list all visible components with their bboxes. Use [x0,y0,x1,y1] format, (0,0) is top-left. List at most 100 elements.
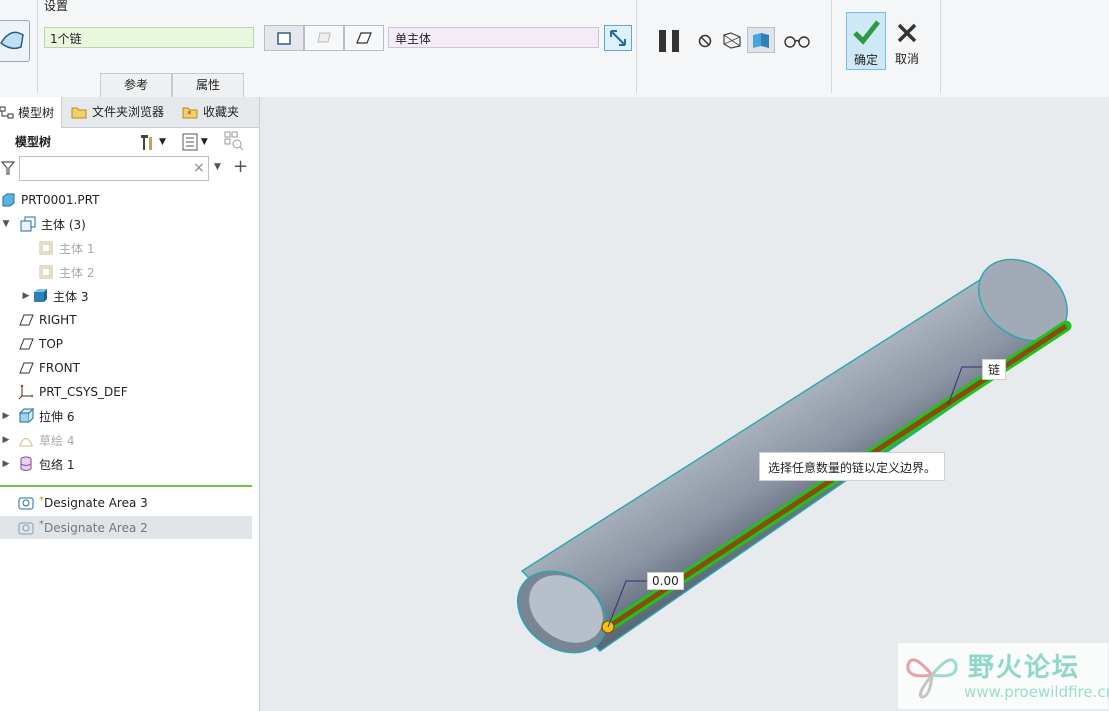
tree-search-input[interactable] [19,156,209,181]
tree-item-label: TOP [39,337,64,351]
tree-item-body-1[interactable]: 主体 1 [0,237,252,259]
sketch-icon [18,432,34,448]
verify-button[interactable] [783,32,811,53]
datum-plane-icon [18,360,34,376]
model-tree-icon [0,106,14,118]
tree-item-label: 主体 (3) [41,217,86,232]
chevron-right-icon[interactable]: ▶ [0,435,12,445]
tree-item-label: 拉伸 6 [39,409,75,424]
cylinder-model[interactable] [260,97,1109,711]
confirm-label: 确定 [853,53,878,67]
tree-item-label: RIGHT [39,313,77,327]
tab-folder-browser-label: 文件夹浏览器 [92,105,165,119]
datum-plane-icon [18,336,34,352]
tree-item-wrap[interactable]: ▶ 包络 1 [0,453,252,475]
tab-references[interactable]: 参考 [100,73,172,97]
chevron-down-icon: ▼ [200,137,208,147]
chevron-right-icon[interactable]: ▶ [0,411,12,421]
chevron-down-icon: ▼ [159,137,166,147]
feature-type-icon[interactable] [0,20,30,62]
chain-collector-field[interactable]: 1个链 [44,27,254,48]
chevron-down-icon[interactable]: ▼ [0,219,12,229]
tab-favorites-label: 收藏夹 [203,105,240,119]
tree-item-designate-area-2[interactable]: * Designate Area 2 [0,516,252,539]
tree-item-label: 主体 1 [59,241,95,256]
body-icon [38,240,54,256]
tree-item-right-plane[interactable]: RIGHT [0,309,252,331]
svg-text:*: * [187,110,192,120]
tree-item-label: 包络 1 [39,457,75,472]
show-options-button[interactable]: ▼ [182,133,208,151]
flip-direction-button[interactable] [604,25,632,51]
tree-item-sketch[interactable]: ▶ 草绘 4 [0,429,252,451]
tree-search-row: × ▼ + [0,156,259,182]
tree-filter-settings-button[interactable] [224,131,244,154]
tree-item-designate-area-3[interactable]: * Designate Area 3 [0,492,252,514]
start-value-callout[interactable]: 0.00 [647,572,684,590]
geometry-preview-button[interactable] [721,30,743,53]
no-preview-button[interactable] [697,30,713,53]
confirm-button[interactable]: 确定 [846,12,886,70]
tree-item-label: FRONT [39,361,80,375]
solid-body-toggle-button[interactable] [264,25,304,51]
tree-item-extrude[interactable]: ▶ 拉伸 6 [0,405,252,427]
body-collector-field[interactable]: 单主体 [388,27,599,48]
tree-item-label: 主体 3 [53,289,89,304]
designate-area-icon [18,520,34,536]
grid-search-icon [224,131,244,150]
tree-item-part[interactable]: PRT0001.PRT [0,189,252,211]
flip-arrow-icon [610,30,626,46]
favorites-folder-icon: * [182,107,198,120]
settings-group-title: 设置 [44,0,69,13]
wrap-icon [18,456,34,472]
chevron-right-icon[interactable]: ▶ [0,459,12,469]
tree-item-body-2[interactable]: 主体 2 [0,261,252,283]
preview-feature-icon [753,33,769,48]
navigator-tabs: 模型树 文件夹浏览器 * 收藏夹 [0,97,259,128]
tree-item-label: PRT_CSYS_DEF [39,385,128,399]
tree-item-label: Designate Area 3 [44,496,148,510]
forum-watermark: 野火论坛 www.proewildfire.cn [898,643,1109,709]
hammer-wrench-icon [141,135,152,150]
tree-item-label: PRT0001.PRT [21,193,100,207]
pause-button[interactable] [657,28,683,54]
glasses-icon [784,36,810,48]
body-solid-icon [32,288,48,304]
butterfly-logo-icon [906,658,958,699]
tab-model-tree[interactable]: 模型树 [0,97,62,128]
cancel-button[interactable]: 取消 [887,12,927,70]
graphics-viewport[interactable]: 链 0.00 选择任意数量的链以定义边界。 野火论坛 www.proewildf… [260,97,1109,711]
tree-toolbar: ▼ ▼ [138,131,244,153]
filter-icon[interactable] [1,160,15,176]
navigator-panel: 模型树 文件夹浏览器 * 收藏夹 模型树 ▼ ▼ × ▼ + PRT0001.P… [0,97,260,711]
clear-search-icon[interactable]: × [193,160,205,176]
tab-properties[interactable]: 属性 [172,73,244,97]
tab-folder-browser[interactable]: 文件夹浏览器 [70,97,164,127]
tree-item-body-3[interactable]: ▶ 主体 3 [0,285,252,307]
tree-item-csys[interactable]: PRT_CSYS_DEF [0,381,252,403]
settings-tools-button[interactable]: ▼ [138,132,166,152]
tree-item-label: Designate Area 2 [44,520,148,535]
tab-favorites[interactable]: * 收藏夹 [181,97,239,127]
chevron-right-icon[interactable]: ▶ [20,291,32,301]
add-filter-icon[interactable]: + [233,156,248,177]
csys-icon [18,384,34,400]
pause-icon [659,30,679,52]
surface-toggle-button[interactable] [344,25,384,51]
extrude-icon [18,408,34,424]
list-options-icon [182,133,198,151]
chain-label-callout[interactable]: 链 [982,359,1007,380]
tree-item-top-plane[interactable]: TOP [0,333,252,355]
feature-preview-button[interactable] [747,27,775,53]
checkmark-icon [853,20,880,45]
model-tree-title: 模型树 [15,135,52,149]
quilt-toggle-button[interactable] [304,25,344,51]
cancel-label: 取消 [894,52,919,66]
tree-item-bodies[interactable]: ▼ 主体 (3) [0,213,252,235]
insert-here-divider[interactable] [0,485,252,487]
solid-box-icon [277,32,291,45]
surface-icon [356,32,372,44]
search-dropdown-chevron-icon[interactable]: ▼ [214,162,221,172]
tree-item-front-plane[interactable]: FRONT [0,357,252,379]
selection-prompt-tooltip: 选择任意数量的链以定义边界。 [759,452,945,481]
